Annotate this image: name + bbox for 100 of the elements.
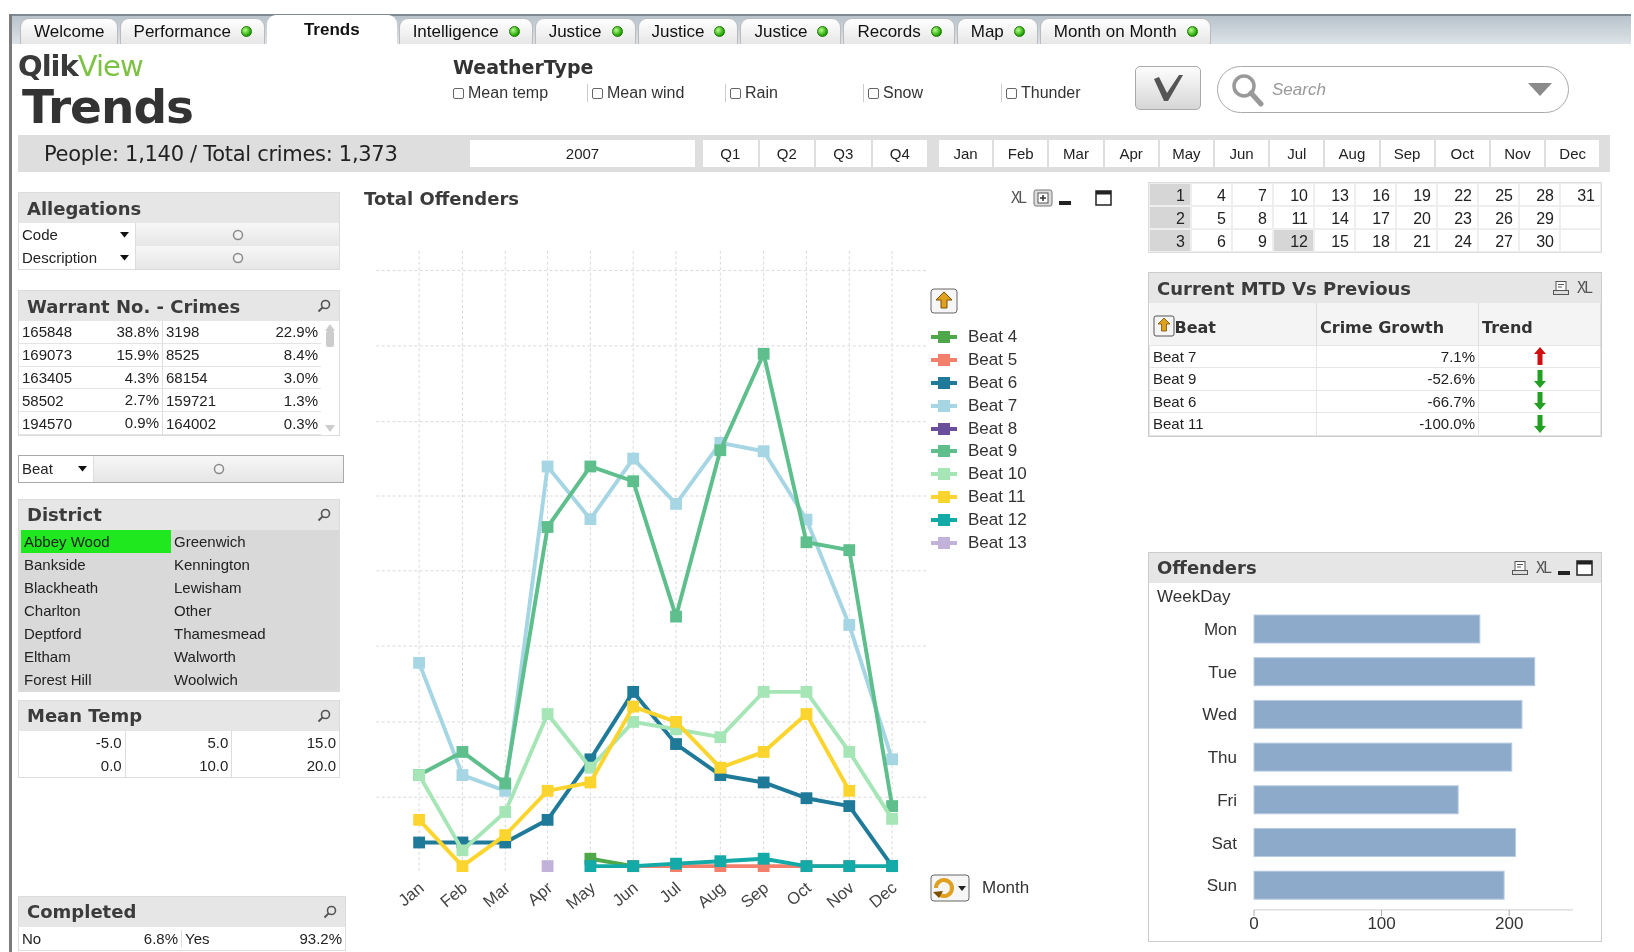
column-header[interactable]: Beat <box>1174 317 1216 337</box>
scrollbar-thumb[interactable] <box>326 331 334 347</box>
list-item[interactable]: Walworth <box>171 645 339 668</box>
list-item[interactable]: 21 <box>1396 229 1437 252</box>
list-item[interactable]: 3 <box>1149 229 1191 252</box>
checkbox[interactable] <box>453 87 464 99</box>
list-item[interactable]: 6 <box>1191 229 1232 252</box>
list-item[interactable]: 23 <box>1437 206 1478 229</box>
checkbox[interactable] <box>592 87 603 99</box>
list-item[interactable]: Deptford <box>21 622 171 645</box>
excel-button[interactable]: XL <box>1008 189 1027 207</box>
filter-item[interactable]: Jul <box>1270 140 1326 167</box>
list-item[interactable]: 18 <box>1355 229 1396 252</box>
search-icon[interactable] <box>317 709 331 723</box>
filter-item[interactable]: May <box>1159 140 1215 167</box>
filter-item[interactable]: Mar <box>1049 140 1105 167</box>
filter-item[interactable]: Q1 <box>703 140 760 167</box>
list-item[interactable]: 5 <box>1191 206 1232 229</box>
list-item[interactable]: 29 <box>1519 206 1560 229</box>
list-item[interactable]: Bankside <box>21 553 171 576</box>
list-item[interactable]: Thamesmead <box>171 622 339 645</box>
excel-button[interactable]: XL <box>1574 279 1593 297</box>
list-item[interactable]: 13 <box>1314 183 1355 206</box>
list-item[interactable]: Kennington <box>171 553 339 576</box>
tab[interactable]: Welcome <box>20 18 118 44</box>
list-item[interactable]: 15.0 <box>232 731 339 754</box>
filter-item[interactable]: 2007 <box>470 140 697 167</box>
list-item[interactable]: 4 <box>1191 183 1232 206</box>
filter-item[interactable]: Jun <box>1214 140 1271 167</box>
list-item[interactable]: 19 <box>1396 183 1437 206</box>
list-item[interactable]: 26 <box>1478 206 1519 229</box>
checkbox[interactable] <box>730 87 741 99</box>
tab[interactable]: Month on Month <box>1039 18 1211 44</box>
filter-item[interactable]: Dec <box>1546 140 1602 167</box>
list-item[interactable]: 2 <box>1149 206 1191 229</box>
maximize-icon[interactable] <box>1095 190 1112 206</box>
maximize-icon[interactable] <box>1576 559 1593 576</box>
list-item[interactable]: 9 <box>1232 229 1273 252</box>
search-field[interactable]: Search <box>1270 78 1522 101</box>
filter-item[interactable]: Feb <box>994 140 1050 167</box>
list-item[interactable]: 15 <box>1314 229 1355 252</box>
filter-item[interactable]: Q2 <box>759 140 816 167</box>
expand-icon[interactable] <box>1033 189 1053 207</box>
list-item[interactable]: 28 <box>1519 183 1560 206</box>
list-item[interactable]: 30 <box>1519 229 1560 252</box>
list-item[interactable]: 0.0 <box>19 754 126 777</box>
list-item[interactable]: Other <box>171 599 339 622</box>
column-header[interactable]: Trend <box>1482 317 1533 337</box>
list-item[interactable]: Greenwich <box>171 530 339 553</box>
caret-icon[interactable] <box>120 231 129 238</box>
list-item[interactable]: Woolwich <box>171 668 339 691</box>
filter-item[interactable]: Aug <box>1325 140 1381 167</box>
list-item[interactable]: Lewisham <box>171 576 339 599</box>
tab[interactable]: Map <box>956 18 1038 44</box>
list-item[interactable]: 20 <box>1396 206 1437 229</box>
list-item[interactable]: 25 <box>1478 183 1519 206</box>
filter-item[interactable]: Q3 <box>816 140 873 167</box>
tab[interactable]: Justice <box>740 18 842 44</box>
list-item[interactable]: Charlton <box>21 599 171 622</box>
list-item[interactable]: 1 <box>1149 183 1191 206</box>
list-item[interactable]: Blackheath <box>21 576 171 599</box>
tab[interactable]: Intelligence <box>398 18 533 44</box>
search-icon[interactable] <box>317 508 331 522</box>
confirm-button[interactable] <box>1135 66 1201 110</box>
excel-button[interactable]: XL <box>1533 558 1552 577</box>
list-item[interactable]: 8 <box>1232 206 1273 229</box>
list-item[interactable]: Abbey Wood <box>21 530 171 553</box>
filter-item[interactable]: Jan <box>939 140 995 167</box>
tab[interactable]: Justice <box>637 18 739 44</box>
checkbox[interactable] <box>868 87 879 99</box>
filter-item[interactable]: Oct <box>1435 140 1491 167</box>
list-item[interactable]: 10 <box>1273 183 1314 206</box>
tab[interactable]: Justice <box>534 18 636 44</box>
cycle-button[interactable] <box>930 874 970 902</box>
filter-item[interactable]: Apr <box>1104 140 1160 167</box>
print-icon[interactable] <box>1552 280 1569 296</box>
list-item[interactable]: 20.0 <box>232 754 339 777</box>
list-item[interactable]: Forest Hill <box>21 668 171 691</box>
checkbox[interactable] <box>1006 87 1017 99</box>
filter-item[interactable]: Q4 <box>872 140 929 167</box>
print-icon[interactable] <box>1511 559 1528 576</box>
list-item[interactable]: 5.0 <box>125 731 233 754</box>
search-bar[interactable]: Search <box>1217 66 1569 113</box>
list-item[interactable]: 31 <box>1560 183 1601 206</box>
list-item[interactable]: 10.0 <box>125 754 233 777</box>
list-item[interactable]: 16 <box>1355 183 1396 206</box>
filter-item[interactable]: Sep <box>1380 140 1436 167</box>
list-item[interactable]: 17 <box>1355 206 1396 229</box>
drill-up-button[interactable] <box>930 288 958 314</box>
list-item[interactable]: 24 <box>1437 229 1478 252</box>
list-item[interactable]: 27 <box>1478 229 1519 252</box>
tab[interactable]: Records <box>843 18 955 44</box>
filter-item[interactable]: Nov <box>1490 140 1547 167</box>
list-item[interactable]: Eltham <box>21 645 171 668</box>
list-item[interactable]: No <box>19 930 79 947</box>
caret-icon[interactable] <box>120 254 129 261</box>
list-item[interactable]: -5.0 <box>19 731 126 754</box>
list-item[interactable]: 7 <box>1232 183 1273 206</box>
list-item[interactable]: 22 <box>1437 183 1478 206</box>
search-icon[interactable] <box>323 905 337 919</box>
